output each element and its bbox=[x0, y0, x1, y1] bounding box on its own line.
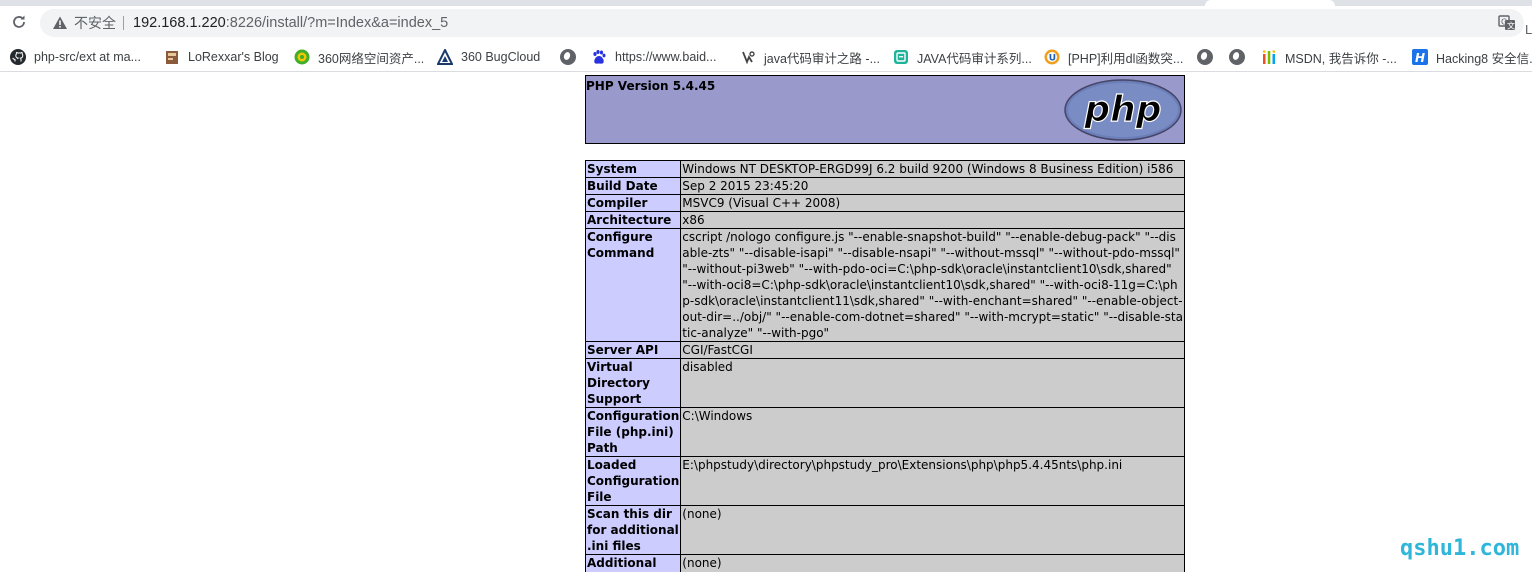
bookmark-label: 360网络空间资产... bbox=[318, 51, 425, 66]
address-separator bbox=[123, 16, 124, 30]
php-bookmark-icon: U bbox=[1044, 49, 1060, 65]
phpinfo-value: x86 bbox=[680, 211, 1185, 229]
phpinfo-row: Build Date Sep 2 2015 23:45:20 bbox=[584, 177, 1185, 195]
globe-icon bbox=[560, 49, 576, 65]
bookmark-label: 360 BugCloud bbox=[461, 50, 541, 64]
url-path: :8226/install/?m=Index&a=index_5 bbox=[225, 15, 449, 31]
phpinfo-row: System Windows NT DESKTOP-ERGD99J 6.2 bui… bbox=[584, 160, 1185, 178]
phpinfo-key: Virtual Directory Support bbox=[584, 358, 682, 408]
phpinfo-key: Build Date bbox=[584, 177, 682, 195]
bookmark-java-audit-path[interactable]: java代码审计之路 -... bbox=[740, 47, 880, 67]
bookmark-msdn[interactable]: MSDN, 我告诉你 -... bbox=[1261, 47, 1397, 67]
bookmark-label: php-src/ext at ma... bbox=[34, 50, 141, 64]
bookmark-label: https://www.baid... bbox=[615, 50, 717, 64]
phpinfo-key: Configure Command bbox=[584, 228, 682, 342]
phpinfo-row: Additional .ini(none) bbox=[584, 554, 1185, 572]
msdn-icon bbox=[1261, 49, 1277, 65]
java-icon bbox=[740, 49, 756, 65]
phpinfo-row: Virtual Directory Support disabled bbox=[584, 358, 1185, 408]
address-bar[interactable]: 不安全 192.168.1.220:8226/install/?m=Index&… bbox=[40, 9, 1524, 37]
bookmark-baidu[interactable]: https://www.baid... bbox=[591, 47, 716, 67]
phpinfo-header: PHP Version 5.4.45 php bbox=[585, 75, 1185, 144]
bookmark-label: Hacking8 安全信... bbox=[1436, 51, 1532, 66]
bookmark-label: MSDN, 我告诉你 -... bbox=[1285, 51, 1397, 66]
bookmark-php-src[interactable]: php-src/ext at ma... bbox=[10, 47, 141, 67]
phpinfo-row: Compiler MSVC9 (Visual C++ 2008) bbox=[584, 194, 1185, 212]
phpinfo-value: Sep 2 2015 23:45:20 bbox=[680, 177, 1185, 195]
phpinfo-value: MSVC9 (Visual C++ 2008) bbox=[680, 194, 1185, 212]
phpinfo-row: Scan this dir for additional .ini files(… bbox=[584, 505, 1185, 555]
page-content: PHP Version 5.4.45 php System Windows NT … bbox=[0, 73, 1532, 572]
svg-text:U: U bbox=[1049, 54, 1056, 64]
php-logo-text: php bbox=[1083, 89, 1161, 130]
phpinfo-value: disabled bbox=[680, 358, 1185, 408]
php-logo-icon[interactable]: php bbox=[1064, 79, 1182, 141]
bookmark-globe-2[interactable] bbox=[1197, 47, 1221, 67]
truncated-edge-char: L bbox=[1525, 22, 1532, 37]
phpinfo-key: System bbox=[584, 160, 682, 178]
bookmark-label: java代码审计之路 -... bbox=[764, 51, 880, 66]
phpinfo-key: Server API bbox=[584, 341, 682, 359]
bugcloud-icon bbox=[436, 47, 454, 65]
globe-icon bbox=[1229, 49, 1245, 65]
phpinfo-row: Architecture x86 bbox=[584, 211, 1185, 229]
phpinfo-row: Loaded Configuration File E:\phpstudy\dir… bbox=[584, 456, 1185, 506]
phpinfo-key: Additional .ini bbox=[584, 554, 682, 572]
phpinfo-value: (none) bbox=[680, 505, 1185, 555]
bookmark-globe-3[interactable] bbox=[1229, 47, 1253, 67]
bookmark-360-assets[interactable]: 360网络空间资产... bbox=[294, 47, 424, 67]
svg-text:文: 文 bbox=[1507, 21, 1515, 31]
warning-icon[interactable] bbox=[52, 15, 68, 31]
360-icon bbox=[294, 49, 310, 65]
phpinfo-value: Windows NT DESKTOP-ERGD99J 6.2 build 920… bbox=[680, 160, 1185, 178]
bookmark-360-bugcloud[interactable]: 360 BugCloud bbox=[436, 47, 541, 67]
globe-icon bbox=[1197, 49, 1213, 65]
phpinfo-key: Architecture bbox=[584, 211, 682, 229]
phpinfo-value: cscript /nologo configure.js "--enable-s… bbox=[680, 228, 1185, 342]
doc-icon bbox=[893, 49, 909, 65]
phpinfo-value: C:\Windows bbox=[680, 407, 1185, 457]
bookmarks-bar: php-src/ext at ma... LoRexxar's Blog 360… bbox=[0, 42, 1532, 72]
bookmark-java-audit-series[interactable]: JAVA代码审计系列... bbox=[893, 47, 1032, 67]
phpinfo-key: Compiler bbox=[584, 194, 682, 212]
php-version-title: PHP Version 5.4.45 bbox=[586, 79, 716, 93]
bookmark-label: [PHP]利用dl函数突... bbox=[1068, 51, 1184, 66]
bookmark-label: JAVA代码审计系列... bbox=[917, 51, 1032, 66]
hacking8-icon: H bbox=[1412, 49, 1428, 65]
translate-icon[interactable]: G文 bbox=[1498, 14, 1516, 32]
blog-icon bbox=[164, 49, 180, 65]
phpinfo-table: System Windows NT DESKTOP-ERGD99J 6.2 bui… bbox=[584, 160, 1185, 572]
reload-icon[interactable] bbox=[8, 11, 30, 33]
watermark-text: qshu1.com bbox=[1400, 536, 1520, 561]
bookmark-label: LoRexxar's Blog bbox=[188, 50, 279, 64]
svg-text:H: H bbox=[1415, 51, 1425, 65]
phpinfo-key: Configuration File (php.ini) Path bbox=[584, 407, 682, 457]
phpinfo-value: CGI/FastCGI bbox=[680, 341, 1185, 359]
bookmark-lorexxar-blog[interactable]: LoRexxar's Blog bbox=[164, 47, 279, 67]
bookmark-hacking8[interactable]: H Hacking8 安全信... bbox=[1412, 47, 1532, 67]
bookmark-php-dl[interactable]: U [PHP]利用dl函数突... bbox=[1044, 47, 1183, 67]
browser-toolbar: 不安全 192.168.1.220:8226/install/?m=Index&… bbox=[0, 6, 1532, 42]
phpinfo-value: E:\phpstudy\directory\phpstudy_pro\Exten… bbox=[680, 456, 1185, 506]
github-icon bbox=[10, 49, 26, 65]
phpinfo-key: Scan this dir for additional .ini files bbox=[584, 505, 682, 555]
phpinfo-row: Server API CGI/FastCGI bbox=[584, 341, 1185, 359]
phpinfo-row: Configuration File (php.ini) Path C:\Wind… bbox=[584, 407, 1185, 457]
url-text[interactable]: 192.168.1.220:8226/install/?m=Index&a=in… bbox=[133, 14, 448, 32]
bookmark-globe-1[interactable] bbox=[560, 47, 584, 67]
phpinfo-value: (none) bbox=[680, 554, 1185, 572]
url-host: 192.168.1.220 bbox=[133, 15, 226, 31]
baidu-icon bbox=[591, 49, 607, 65]
security-label[interactable]: 不安全 bbox=[74, 15, 116, 31]
phpinfo-row: Configure Command cscript /nologo configu… bbox=[584, 228, 1185, 342]
phpinfo-key: Loaded Configuration File bbox=[584, 456, 682, 506]
